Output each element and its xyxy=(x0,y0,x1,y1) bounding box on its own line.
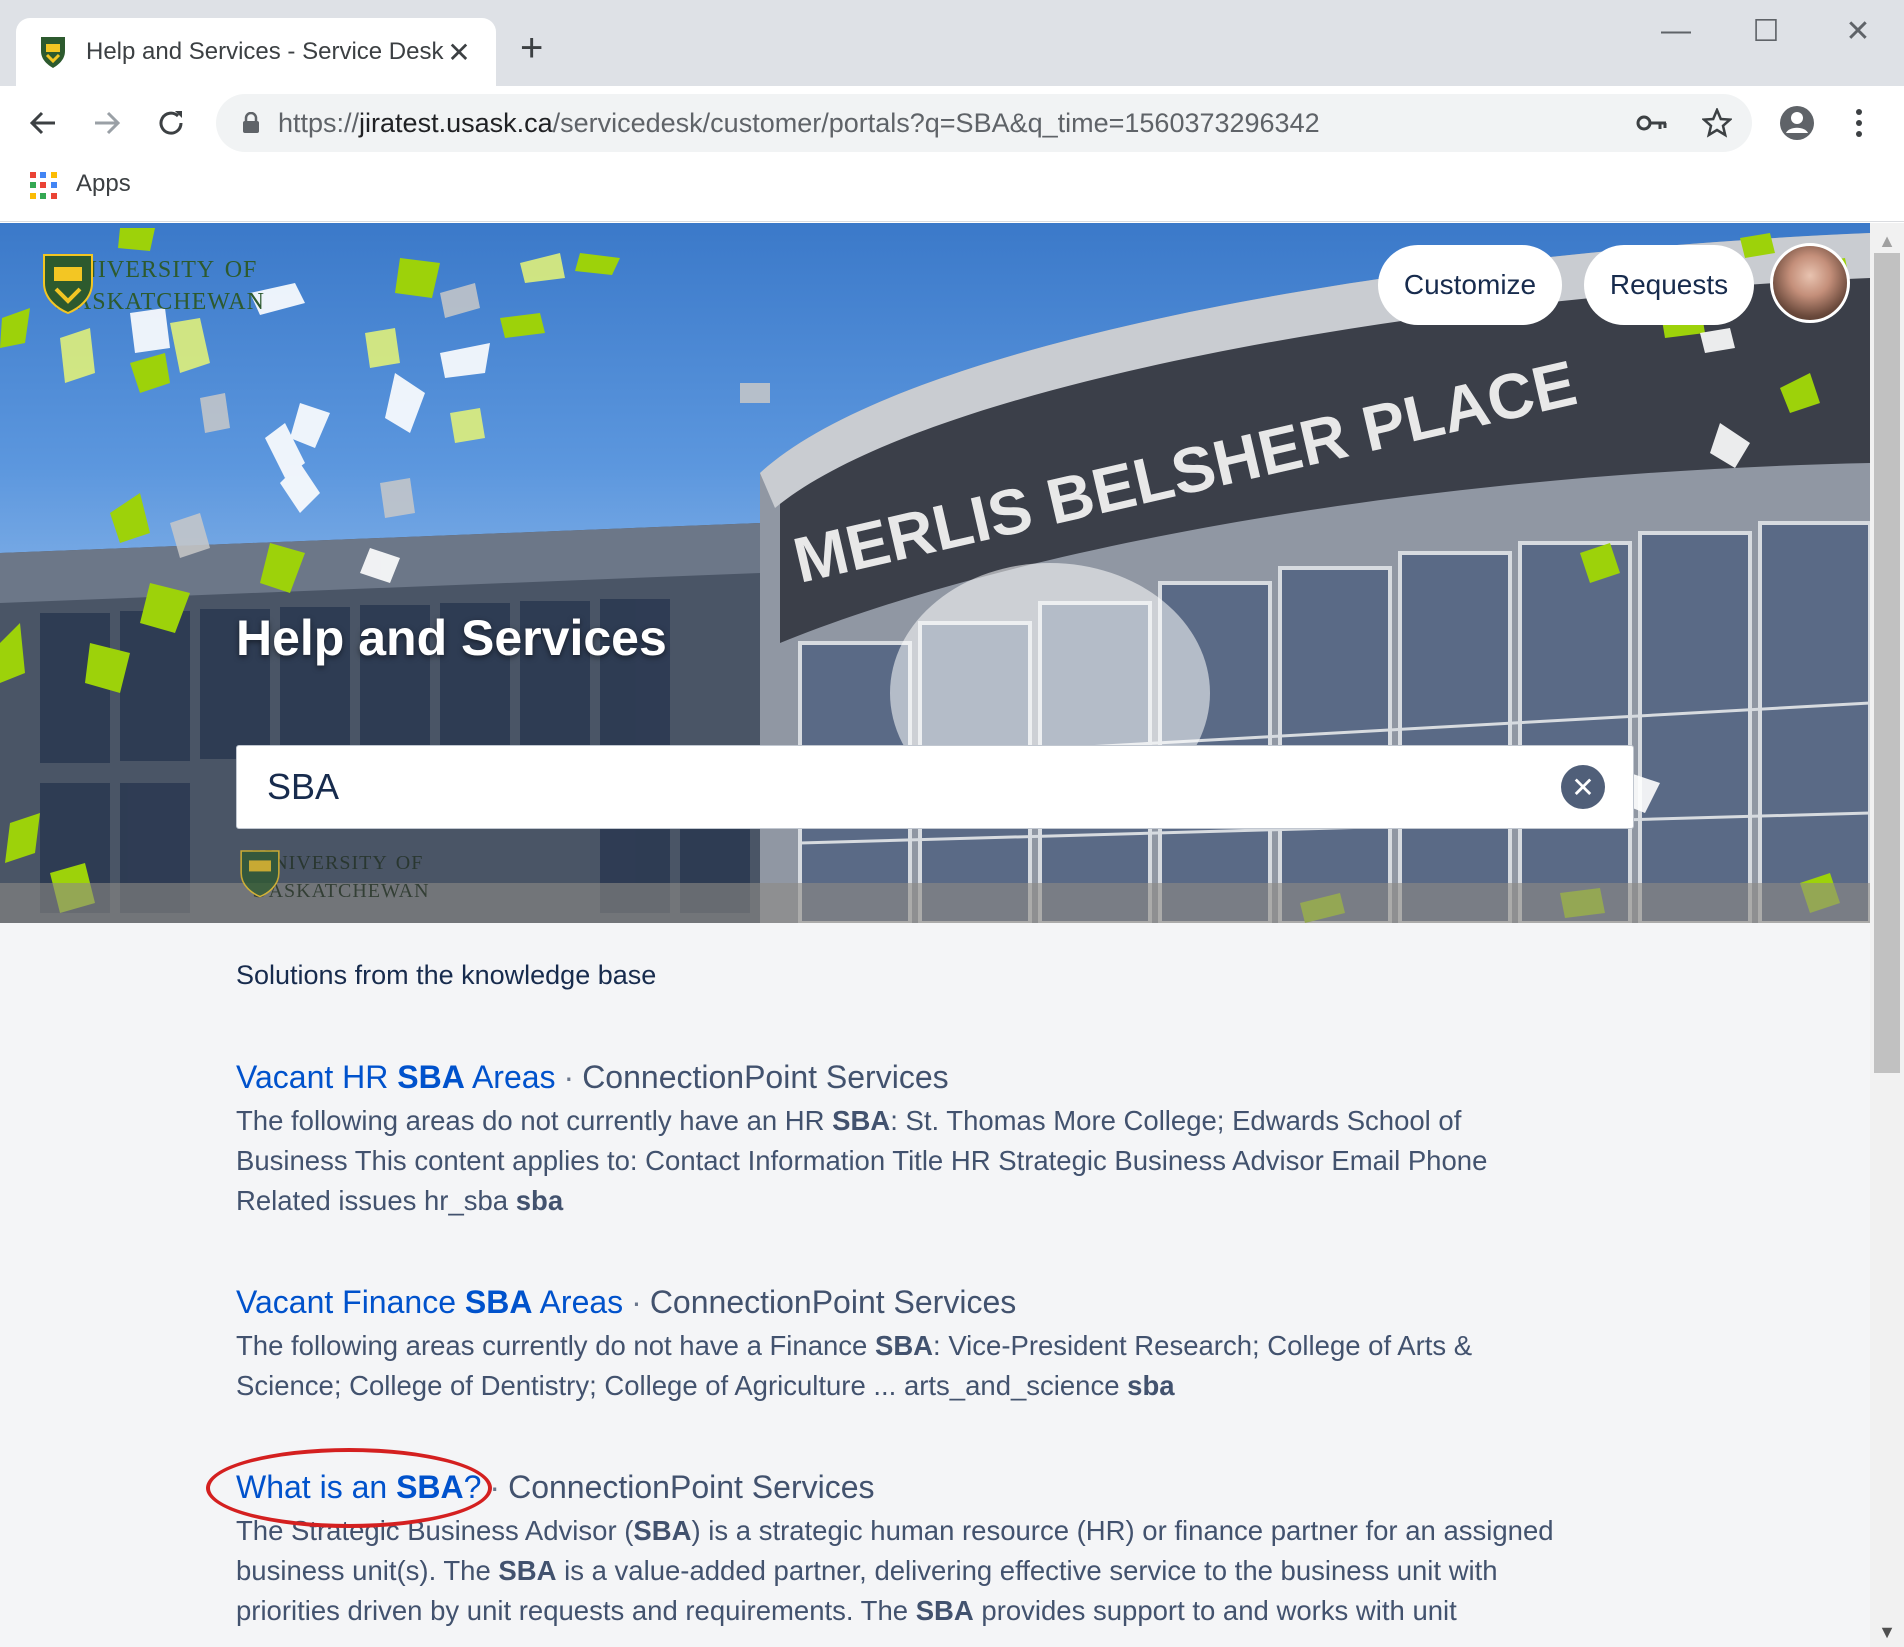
bookmarks-bar xyxy=(0,160,1904,222)
page-title: Help and Services xyxy=(236,610,667,666)
lock-icon xyxy=(243,112,259,133)
shield-favicon-icon xyxy=(41,37,65,68)
search-input[interactable]: SBA ✕ xyxy=(236,745,1634,829)
result-separator: · xyxy=(563,1059,575,1095)
usask-logo[interactable]: University of Saskatchewan xyxy=(40,250,265,316)
wall-logo: University of Saskatchewan xyxy=(238,847,430,903)
more-vert-icon[interactable] xyxy=(1832,96,1886,150)
maximize-button[interactable]: ☐ xyxy=(1736,14,1796,49)
clear-search-icon[interactable]: ✕ xyxy=(1561,765,1605,809)
url-host: jiratest.usask.ca xyxy=(359,107,553,138)
result-title-link[interactable]: Vacant HR SBA Areas xyxy=(236,1059,556,1095)
scroll-thumb[interactable] xyxy=(1874,253,1900,1073)
result-snippet: The following areas do not currently hav… xyxy=(236,1105,1488,1216)
minimize-button[interactable]: — xyxy=(1646,14,1706,48)
url-scheme: https:// xyxy=(278,107,360,138)
forward-arrow-icon[interactable] xyxy=(80,96,134,150)
apps-grid-icon[interactable] xyxy=(30,172,58,200)
annotation-ellipse xyxy=(206,1448,492,1528)
result-snippet: The following areas currently do not hav… xyxy=(236,1330,1473,1401)
tab-title: Help and Services - Service Desk xyxy=(86,38,444,65)
result-item: Vacant Finance SBA Areas · ConnectionPoint… xyxy=(236,1280,1576,1406)
bookmark-apps[interactable]: Apps xyxy=(76,170,131,198)
browser-toolbar: https://jiratest.usask.ca/servicedesk/cu… xyxy=(0,86,1904,160)
search-value: SBA xyxy=(267,766,340,807)
new-tab-button[interactable]: + xyxy=(520,28,543,68)
key-icon[interactable] xyxy=(1636,94,1668,152)
result-title-link[interactable]: Vacant Finance SBA Areas xyxy=(236,1284,623,1320)
address-bar[interactable]: https://jiratest.usask.ca/servicedesk/cu… xyxy=(216,94,1752,152)
wall-shield-icon xyxy=(240,850,280,898)
result-source: ConnectionPoint Services xyxy=(508,1469,875,1505)
reload-icon[interactable] xyxy=(144,96,198,150)
scroll-down-arrow-icon[interactable]: ▼ xyxy=(1870,1622,1904,1643)
requests-button[interactable]: Requests xyxy=(1584,245,1754,325)
results-section-label: Solutions from the knowledge base xyxy=(236,960,657,990)
url-path: /servicedesk/customer/portals?q=SBA&q_ti… xyxy=(552,107,1320,138)
url-text: https://jiratest.usask.ca/servicedesk/cu… xyxy=(278,108,1320,139)
result-item: Vacant HR SBA Areas · ConnectionPoint Serv… xyxy=(236,1055,1576,1221)
star-icon[interactable] xyxy=(1702,94,1732,152)
profile-icon[interactable] xyxy=(1770,96,1824,150)
page-scrollbar[interactable]: ▲ ▼ xyxy=(1870,223,1904,1647)
service-desk-page: MERLIS BELSHER PLACE University of Saska… xyxy=(0,223,1870,1647)
usask-shield-icon xyxy=(43,254,93,315)
browser-tabstrip: Help and Services - Service Desk ✕ + — ☐… xyxy=(0,0,1904,86)
result-separator: · xyxy=(631,1284,642,1320)
scroll-up-arrow-icon[interactable]: ▲ xyxy=(1870,231,1904,252)
result-source: ConnectionPoint Services xyxy=(582,1059,949,1095)
browser-tab[interactable]: Help and Services - Service Desk ✕ xyxy=(16,18,496,86)
hero-banner: MERLIS BELSHER PLACE University of Saska… xyxy=(0,223,1870,923)
customize-button[interactable]: Customize xyxy=(1378,245,1562,325)
tab-close-icon[interactable]: ✕ xyxy=(444,36,474,69)
result-source: ConnectionPoint Services xyxy=(649,1284,1017,1320)
user-avatar[interactable] xyxy=(1770,243,1850,323)
back-arrow-icon[interactable] xyxy=(16,96,70,150)
close-window-button[interactable]: ✕ xyxy=(1828,14,1888,49)
result-snippet: The Strategic Business Advisor (SBA) is … xyxy=(236,1515,1554,1626)
